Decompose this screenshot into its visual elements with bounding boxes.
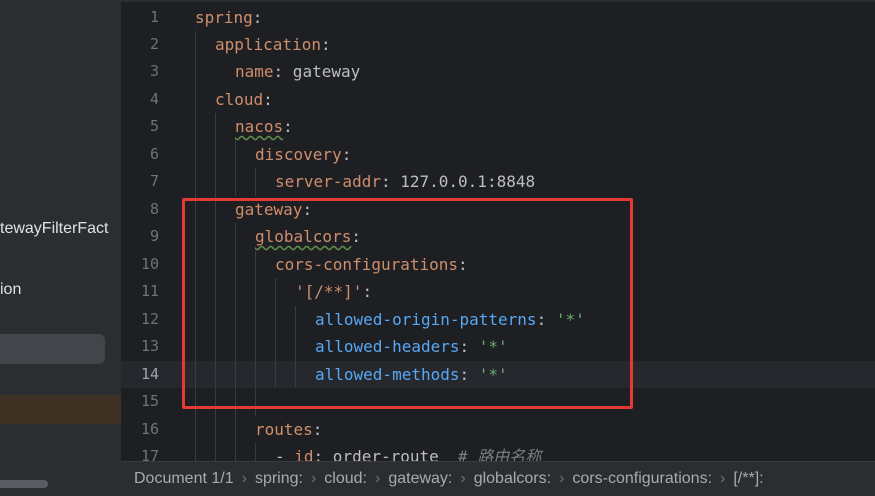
colon: :	[273, 62, 284, 81]
breadcrumb-item[interactable]: globalcors:	[474, 470, 551, 488]
indent-guide	[235, 141, 236, 196]
line-number: 15	[140, 392, 159, 410]
breadcrumb-separator-icon: ›	[720, 470, 726, 487]
breadcrumb-separator-icon: ›	[559, 470, 565, 487]
breadcrumb-item[interactable]: spring:	[255, 470, 303, 488]
breadcrumb: Document 1/1 › spring: › cloud: › gatewa…	[121, 461, 875, 496]
breadcrumb-separator-icon: ›	[375, 470, 381, 487]
breadcrumb-item[interactable]: Document 1/1	[134, 470, 234, 488]
colon: :	[380, 172, 391, 191]
editor-tab-divider	[121, 0, 875, 2]
breadcrumb-separator-icon: ›	[460, 470, 466, 487]
colon: :	[312, 420, 323, 439]
colon: :	[341, 145, 352, 164]
breadcrumb-item[interactable]: cors-configurations:	[572, 470, 712, 488]
line-number: 10	[140, 255, 159, 273]
breadcrumb-separator-icon: ›	[310, 470, 317, 487]
yaml-key: name	[235, 62, 274, 81]
sidebar-search-field[interactable]	[0, 334, 105, 364]
yaml-key: cloud	[215, 90, 264, 109]
breadcrumb-separator-icon: ›	[241, 470, 247, 487]
colon: :	[320, 35, 331, 54]
yaml-value: gateway	[283, 62, 361, 81]
line-number: 12	[140, 310, 159, 328]
code-line[interactable]: 1 spring:	[121, 4, 875, 31]
code-line[interactable]: 4 cloud:	[121, 86, 875, 113]
line-number: 11	[140, 282, 159, 300]
project-sidebar: tewayFilterFact ion	[0, 0, 121, 496]
indent-guide	[255, 168, 256, 196]
line-number: 1	[149, 8, 159, 26]
code-line[interactable]: 2 application:	[121, 31, 875, 58]
line-number: 13	[140, 337, 159, 355]
horizontal-scrollbar[interactable]	[0, 480, 48, 488]
yaml-key: application	[215, 35, 321, 54]
code-editor[interactable]: 1 spring: 2 application: 3 name: gateway…	[121, 0, 875, 496]
breadcrumb-item[interactable]: [/**]:	[733, 470, 763, 488]
yaml-key: nacos	[235, 117, 284, 136]
breadcrumb-item[interactable]: cloud:	[324, 470, 367, 488]
breadcrumb-item[interactable]: gateway:	[388, 470, 452, 488]
yaml-value: 127.0.0.1:8848	[390, 172, 536, 191]
line-number: 4	[149, 90, 159, 108]
line-number: 8	[149, 200, 159, 218]
line-number: 16	[140, 420, 159, 438]
line-number: 6	[149, 145, 159, 163]
colon: :	[252, 8, 263, 27]
red-highlight-annotation	[182, 198, 633, 409]
colon: :	[283, 117, 293, 136]
yaml-key: spring	[195, 8, 253, 27]
indent-guide	[255, 443, 256, 461]
line-number: 5	[149, 117, 159, 135]
yaml-key: discovery	[255, 145, 342, 164]
tree-item[interactable]: ion	[0, 281, 21, 299]
yaml-key: routes	[255, 420, 313, 439]
line-number: 3	[149, 62, 159, 80]
line-number: 2	[149, 35, 159, 53]
code-line[interactable]: 5 nacos:	[121, 113, 875, 140]
code-line[interactable]: 3 name: gateway	[121, 58, 875, 85]
line-number: 14	[140, 365, 159, 383]
colon: :	[263, 90, 273, 109]
tree-item[interactable]: tewayFilterFact	[0, 220, 108, 238]
line-number: 9	[149, 227, 159, 245]
line-number: 7	[149, 172, 159, 190]
yaml-key: server-addr	[275, 172, 381, 191]
tree-item-selected[interactable]	[0, 395, 121, 424]
